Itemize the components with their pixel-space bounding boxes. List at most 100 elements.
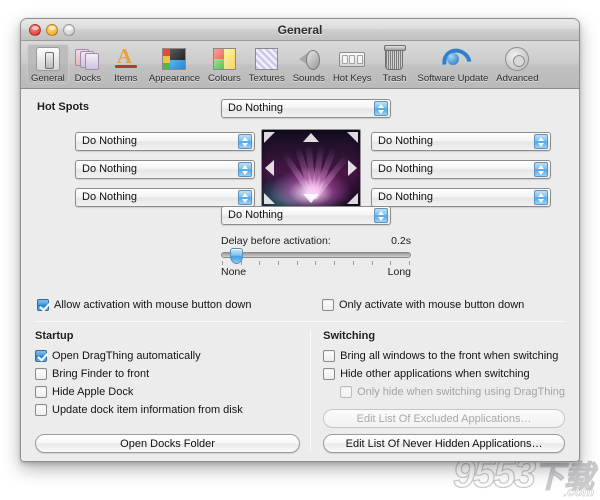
only-hide-when-switching-checkbox: Only hide when switching using DragThing xyxy=(340,383,565,400)
toolbar-item-textures[interactable]: Textures xyxy=(245,44,289,84)
zoom-button[interactable] xyxy=(63,23,75,36)
startup-section: Startup Open DragThing automatically Bri… xyxy=(35,330,310,453)
open-dragthing-automatically-checkbox[interactable]: Open DragThing automatically xyxy=(35,347,300,364)
toolbar-item-sounds[interactable]: Sounds xyxy=(289,44,329,84)
checkbox-icon xyxy=(322,299,334,311)
update-dock-item-info-checkbox[interactable]: Update dock item information from disk xyxy=(35,401,300,418)
hotspot-bottom-edge-value: Do Nothing xyxy=(228,210,284,221)
hotspot-bottom-right-value: Do Nothing xyxy=(378,192,434,203)
hide-other-applications-checkbox[interactable]: Hide other applications when switching xyxy=(323,365,565,382)
hotspot-bottom-edge-select[interactable]: Do Nothing xyxy=(221,206,391,225)
open-docks-folder-button[interactable]: Open Docks Folder xyxy=(35,434,301,453)
preferences-content: Hot Spots Do Nothing Do Nothing Do Nothi… xyxy=(21,89,579,461)
hotspot-marker-top-left[interactable] xyxy=(264,132,275,143)
checkbox-icon xyxy=(35,385,47,398)
appearance-icon xyxy=(159,45,189,73)
trash-icon xyxy=(379,45,409,73)
switching-section: Switching Bring all windows to the front… xyxy=(311,330,565,453)
toolbar-label-docks: Docks xyxy=(74,73,102,84)
chevron-updown-icon xyxy=(238,134,252,149)
hotspot-bottom-left-select[interactable]: Do Nothing xyxy=(75,188,255,207)
hotspot-top-left-value: Do Nothing xyxy=(82,136,138,147)
advanced-icon xyxy=(502,45,532,73)
bring-all-windows-front-label: Bring all windows to the front when swit… xyxy=(340,349,559,362)
checkbox-icon xyxy=(35,367,47,380)
hotspot-right-edge-select[interactable]: Do Nothing xyxy=(371,160,551,179)
hotspot-bottom-left-value: Do Nothing xyxy=(82,192,138,203)
toolbar-label-colours: Colours xyxy=(208,73,241,84)
hotspot-marker-bottom-left[interactable] xyxy=(264,193,275,204)
toolbar-label-advanced: Advanced xyxy=(496,73,539,84)
colours-icon xyxy=(209,45,239,73)
allow-activation-checkbox[interactable]: Allow activation with mouse button down xyxy=(37,297,322,314)
hotspot-marker-right-edge[interactable] xyxy=(348,160,357,176)
activation-options-row: Allow activation with mouse button down … xyxy=(37,295,567,315)
hide-apple-dock-checkbox[interactable]: Hide Apple Dock xyxy=(35,383,300,400)
checkbox-icon xyxy=(35,349,47,362)
hotspot-left-edge-value: Do Nothing xyxy=(82,164,138,175)
only-activate-checkbox[interactable]: Only activate with mouse button down xyxy=(322,297,524,314)
preferences-toolbar: General Docks Items Appearance Colours T… xyxy=(21,41,579,89)
delay-max-label: Long xyxy=(387,266,411,278)
bring-finder-to-front-label: Bring Finder to front xyxy=(52,367,150,380)
hide-other-applications-label: Hide other applications when switching xyxy=(340,367,530,380)
minimize-button[interactable] xyxy=(46,23,58,36)
toolbar-item-items[interactable]: Items xyxy=(107,44,145,84)
sounds-icon xyxy=(294,45,324,73)
hot-spots-title: Hot Spots xyxy=(37,101,89,113)
only-activate-label: Only activate with mouse button down xyxy=(339,299,525,311)
toolbar-label-trash: Trash xyxy=(382,73,407,84)
hotspot-top-right-value: Do Nothing xyxy=(378,136,434,147)
general-icon xyxy=(33,45,63,73)
hotspot-top-edge-value: Do Nothing xyxy=(228,103,284,114)
checkbox-icon xyxy=(323,349,336,362)
hotspot-top-right-select[interactable]: Do Nothing xyxy=(371,132,551,151)
toolbar-label-appearance: Appearance xyxy=(148,73,201,84)
hotspot-bottom-right-select[interactable]: Do Nothing xyxy=(371,188,551,207)
hotspot-top-left-select[interactable]: Do Nothing xyxy=(75,132,255,151)
bring-all-windows-front-checkbox[interactable]: Bring all windows to the front when swit… xyxy=(323,347,565,364)
hotspot-marker-left-edge[interactable] xyxy=(265,160,274,176)
toolbar-item-trash[interactable]: Trash xyxy=(375,44,413,84)
watermark-chinese: 下载 xyxy=(533,461,594,494)
toolbar-label-sounds: Sounds xyxy=(292,73,325,84)
screen-preview[interactable] xyxy=(261,129,361,207)
hotspot-top-edge-select[interactable]: Do Nothing xyxy=(221,99,391,118)
toolbar-item-docks[interactable]: Docks xyxy=(69,44,107,84)
delay-label: Delay before activation: xyxy=(221,235,331,247)
only-hide-when-switching-label: Only hide when switching using DragThing xyxy=(357,385,565,398)
edit-never-hidden-applications-button[interactable]: Edit List Of Never Hidden Applications… xyxy=(323,434,565,453)
preferences-window: General General Docks Items Appearance C… xyxy=(20,18,580,462)
hotspot-left-edge-select[interactable]: Do Nothing xyxy=(75,160,255,179)
hotspot-marker-top-edge[interactable] xyxy=(303,133,319,142)
bring-finder-to-front-checkbox[interactable]: Bring Finder to front xyxy=(35,365,300,382)
chevron-updown-icon xyxy=(374,101,388,116)
delay-slider-knob[interactable] xyxy=(230,248,243,264)
hotspot-marker-top-right[interactable] xyxy=(347,132,358,143)
toolbar-item-software-update[interactable]: Software Update xyxy=(413,44,492,84)
toolbar-item-general[interactable]: General xyxy=(27,44,69,84)
hotspot-marker-bottom-right[interactable] xyxy=(347,193,358,204)
toolbar-item-appearance[interactable]: Appearance xyxy=(145,44,204,84)
hide-apple-dock-label: Hide Apple Dock xyxy=(52,385,134,398)
window-title: General xyxy=(277,22,323,37)
hotspot-marker-bottom-edge[interactable] xyxy=(303,194,319,203)
open-dragthing-automatically-label: Open DragThing automatically xyxy=(52,349,201,362)
window-controls xyxy=(29,23,75,36)
checkbox-icon xyxy=(37,299,49,311)
hot-spots-section: Hot Spots Do Nothing Do Nothing Do Nothi… xyxy=(33,99,567,295)
toolbar-item-advanced[interactable]: Advanced xyxy=(492,44,542,84)
hotkeys-icon xyxy=(337,45,367,73)
toolbar-label-general: General xyxy=(31,73,65,84)
close-button[interactable] xyxy=(29,23,41,36)
edit-excluded-applications-button: Edit List Of Excluded Applications… xyxy=(323,409,565,428)
software-update-icon xyxy=(438,45,468,73)
update-dock-item-info-label: Update dock item information from disk xyxy=(52,403,243,416)
delay-slider[interactable] xyxy=(221,248,411,264)
watermark-domain: .com xyxy=(563,484,594,499)
toolbar-item-colours[interactable]: Colours xyxy=(204,44,245,84)
window-titlebar[interactable]: General xyxy=(21,19,579,41)
checkbox-icon xyxy=(323,367,336,380)
toolbar-label-items: Items xyxy=(114,73,138,84)
toolbar-item-hot-keys[interactable]: Hot Keys xyxy=(329,44,376,84)
